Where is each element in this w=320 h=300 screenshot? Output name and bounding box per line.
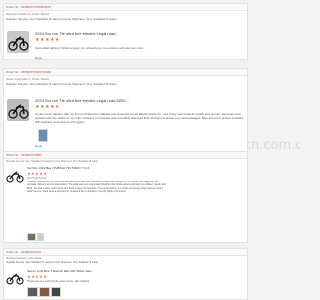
order-label: Order No.: — [6, 250, 21, 254]
supplier-ratings: Supplier Service: Very Satisfied (5 star… — [6, 82, 117, 86]
reply-link[interactable]: Reply — [35, 144, 43, 148]
review-photo[interactable] — [38, 129, 48, 142]
dirt-bike-icon — [8, 104, 29, 119]
review-photo[interactable] — [51, 287, 61, 297]
review-text: Thank you very much for the good service… — [27, 280, 89, 283]
order-label: Order No.: — [6, 153, 21, 157]
supplier-ratings: Supplier Service: Very Satisfied (5 star… — [6, 160, 99, 163]
dirt-bike-icon — [6, 273, 24, 285]
product-thumbnail[interactable] — [6, 170, 24, 188]
supplier-ratings: Supplier Service: Very Satisfied (5 star… — [6, 261, 99, 264]
order-header: Order No.: 230808070095746628 — [4, 69, 247, 76]
review-card: Order No.: 230808070016 Shipment Method … — [3, 248, 248, 300]
product-thumbnail[interactable] — [7, 31, 29, 53]
product-title[interactable]: Surron Light Bee X Electric bike 60V 40A… — [27, 269, 197, 273]
star-rating: ★★★★★ — [27, 274, 48, 279]
product-title[interactable]: Sur Ron Ultra Bee 72V80AH 74V 500KV 7 in… — [27, 166, 197, 170]
dirt-bike-icon — [8, 36, 29, 51]
review-text: I recently received my Sur Ron Ultra Bee… — [27, 181, 166, 193]
order-header: Order No.: 230808070088 — [4, 152, 247, 159]
review-photo[interactable] — [39, 287, 50, 297]
order-header: Order No.: 230808070016 — [4, 249, 247, 256]
star-rating: ★★★★★ — [35, 37, 60, 43]
product-thumbnail[interactable] — [7, 99, 29, 121]
reply-link[interactable]: Reply — [35, 56, 43, 60]
review-photo[interactable] — [27, 233, 36, 241]
order-id-link[interactable]: 230808070095746628 — [21, 70, 51, 74]
product-title[interactable]: 2024 Sur ron Tfe ultra bee electric Lega… — [35, 98, 235, 103]
star-rating: ★★★★★ — [35, 104, 60, 110]
review-photo[interactable] — [37, 233, 44, 241]
review-text: Could not be happier with my first purch… — [35, 112, 245, 124]
order-id-link[interactable]: 230808070035834879 — [21, 5, 51, 9]
order-header: Order No.: 230808070035834879 — [4, 4, 247, 11]
review-photo[interactable] — [27, 287, 38, 297]
product-thumbnail[interactable] — [6, 272, 24, 290]
review-card: Order No.: 230808070095746628 Order Info… — [3, 68, 248, 152]
order-id-link[interactable]: 230808070016 — [21, 250, 41, 254]
supplier-ratings: Supplier Service: Very Satisfied (5 star… — [6, 17, 117, 21]
product-title[interactable]: 2024 Sur ron Tfe ultra bee electric Lega… — [35, 31, 235, 36]
dirt-bike-icon — [6, 171, 24, 183]
order-id-link[interactable]: 230808070088 — [21, 153, 41, 157]
review-card: Order No.: 230808070088 Supplier Service… — [3, 151, 248, 243]
review-text: Somewhat delivery Order is good, you sho… — [35, 46, 146, 50]
review-card: Order No.: 230808070035834879 Shipment M… — [3, 3, 248, 60]
order-label: Order No.: — [6, 5, 21, 9]
order-label: Order No.: — [6, 70, 21, 74]
